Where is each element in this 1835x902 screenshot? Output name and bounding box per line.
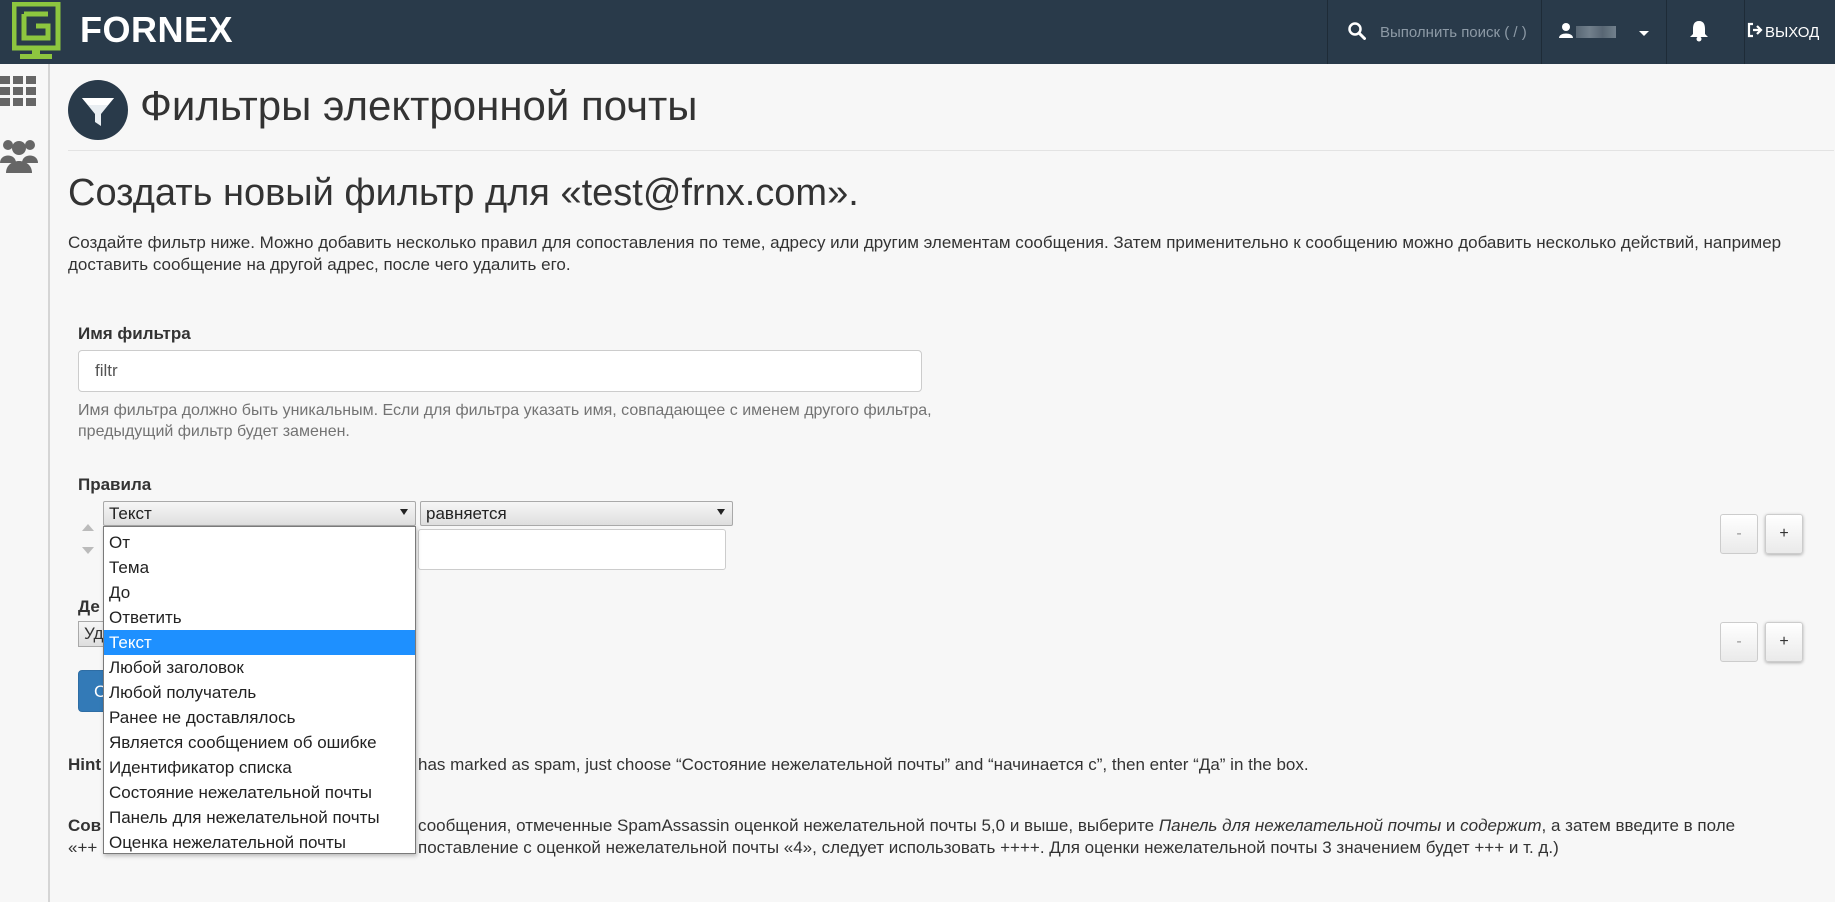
move-up-icon[interactable] [82,518,94,536]
page-title: Фильтры электронной почты [140,82,698,129]
rule-operator-value: равняется [426,504,507,523]
title-divider [68,150,1834,151]
filter-name-label: Имя фильтра [78,324,191,343]
users-icon[interactable] [0,135,38,178]
search-input[interactable]: Выполнить поиск ( / ) [1380,24,1527,41]
dropdown-option[interactable]: От [104,530,415,555]
dropdown-option[interactable]: Текст [104,630,415,655]
dropdown-option[interactable]: Состояние нежелательной почты [104,780,415,805]
tip-label: Сов [68,816,102,835]
rule-field-select[interactable]: Текст [103,501,416,526]
dropdown-option[interactable]: Оценка нежелательной почты [104,830,415,855]
tip-text-line2: поставление с оценкой нежелательной почт… [418,838,1559,857]
dropdown-option[interactable]: Любой заголовок [104,655,415,680]
hint-text: has marked as spam, just choose “Состоян… [418,755,1309,774]
apps-grid-icon[interactable] [0,76,36,111]
username-blurred [1576,26,1616,38]
dropdown-option[interactable]: Панель для нежелательной почты [104,805,415,830]
logout-label: ВЫХОД [1765,24,1820,41]
logout-icon [1747,22,1763,43]
rule-value-input[interactable] [418,529,726,570]
chevron-down-icon [1639,25,1649,43]
bell-icon [1689,20,1709,47]
add-rule-button[interactable]: + [1765,514,1803,554]
dropdown-option[interactable]: Любой получатель [104,680,415,705]
top-search[interactable]: Выполнить поиск ( / ) [1327,0,1542,64]
filter-name-help: Имя фильтра должно быть уникальным. Если… [78,402,932,440]
notifications-button[interactable] [1666,0,1745,64]
top-navbar: FORNEX Выполнить поиск ( / ) ВЫХОД [0,0,1835,64]
brand-name[interactable]: FORNEX [80,9,233,51]
dropdown-option[interactable]: Тема [104,555,415,580]
fornex-logo-icon[interactable] [11,1,62,60]
filter-name-input[interactable]: filtr [78,350,922,392]
filter-icon [68,80,128,140]
dropdown-option[interactable]: Является сообщением об ошибке [104,730,415,755]
dropdown-option[interactable]: Идентификатор списка [104,755,415,780]
tip-text-line2-start: «++ [68,838,98,857]
tip-text-line1: сообщения, отмеченные SpamAssassin оценк… [418,816,1736,835]
rule-operator-select[interactable]: равняется [420,501,733,526]
add-action-button[interactable]: + [1765,622,1803,662]
actions-label: Де [78,597,100,616]
remove-action-button[interactable]: - [1720,622,1758,662]
dropdown-option[interactable]: До [104,580,415,605]
create-filter-heading: Создать новый фильтр для «test@frnx.com»… [68,172,859,214]
rule-field-value: Текст [109,504,152,523]
dropdown-option[interactable]: Ранее не доставлялось [104,705,415,730]
select-caret-icon [400,509,408,515]
hint-label: Hint [68,755,102,774]
select-caret-icon [717,509,725,515]
logout-button[interactable]: ВЫХОД [1744,0,1835,64]
remove-rule-button[interactable]: - [1720,514,1758,554]
search-icon [1348,22,1366,45]
user-menu[interactable] [1541,0,1667,64]
rules-label: Правила [78,475,152,494]
move-down-icon[interactable] [82,542,94,560]
intro-text: Создайте фильтр ниже. Можно добавить нес… [68,233,1782,274]
dropdown-option[interactable]: Ответить [104,605,415,630]
user-icon [1558,22,1574,43]
rule-field-dropdown[interactable]: От Тема До Ответить Текст Любой заголовок Любо… [103,526,416,854]
left-sidebar [0,64,50,902]
